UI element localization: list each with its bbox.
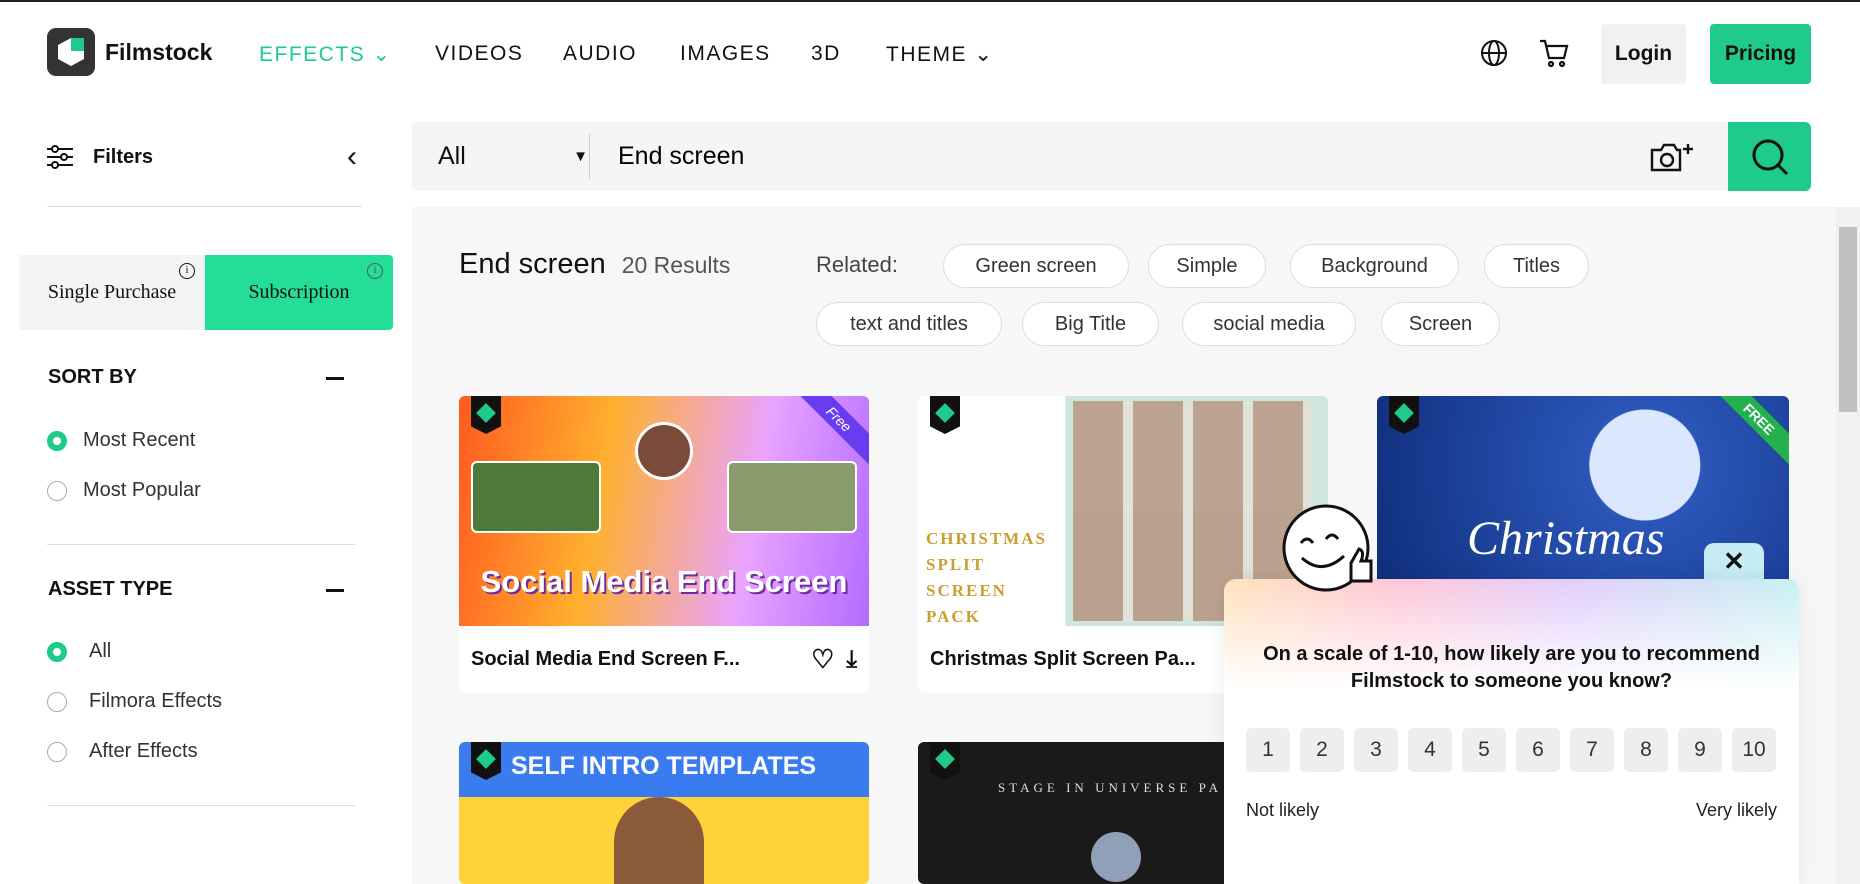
collapse-sort-icon[interactable]	[326, 377, 344, 380]
radio[interactable]	[47, 430, 67, 451]
nav-3d[interactable]: 3D	[811, 42, 841, 66]
survey-popup: On a scale of 1-10, how likely are you t…	[1224, 579, 1799, 884]
sort-by-heading: SORT BY	[48, 366, 137, 388]
subscription-tab[interactable]: Subscription i	[205, 255, 393, 330]
nav-audio[interactable]: AUDIO	[563, 42, 637, 66]
divider	[47, 206, 362, 207]
rating-scale: 1 2 3 4 5 6 7 8 9 10	[1246, 728, 1776, 772]
collapse-chevron-icon[interactable]: ‹	[347, 140, 357, 174]
card-title[interactable]: Social Media End Screen F...	[471, 648, 799, 671]
filmstock-logo-icon	[47, 28, 95, 76]
rating-6[interactable]: 6	[1516, 728, 1560, 772]
nav-effects[interactable]: EFFECTS ⌄	[259, 42, 392, 67]
rating-5[interactable]: 5	[1462, 728, 1506, 772]
thumbnail-text: SELF INTRO TEMPLATES	[511, 752, 817, 780]
thumbnail-text: Christmas	[1467, 512, 1665, 565]
sort-most-popular[interactable]: Most Popular	[47, 479, 201, 502]
camera-search-icon[interactable]	[1650, 142, 1694, 174]
asset-card[interactable]: SELF INTRO TEMPLATES	[459, 742, 869, 884]
card-thumbnail[interactable]: Free Social Media End Screen	[459, 396, 869, 626]
premium-badge-icon	[471, 396, 501, 434]
thumbnail-text: STAGE IN UNIVERSE PA	[998, 780, 1223, 795]
filters-header: Filters ‹	[47, 140, 357, 174]
caret-down-icon: ▼	[573, 148, 588, 165]
premium-badge-icon	[930, 742, 960, 780]
related-chip[interactable]: social media	[1182, 302, 1356, 346]
rating-2[interactable]: 2	[1300, 728, 1344, 772]
asset-card[interactable]: Free Social Media End Screen Social Medi…	[459, 396, 869, 693]
rating-8[interactable]: 8	[1624, 728, 1668, 772]
single-purchase-tab[interactable]: Single Purchase i	[19, 255, 205, 330]
high-label: Very likely	[1695, 800, 1777, 820]
free-ribbon: Free	[788, 396, 869, 470]
related-chip[interactable]: Background	[1290, 244, 1459, 288]
radio[interactable]	[47, 691, 67, 712]
card-thumbnail[interactable]: SELF INTRO TEMPLATES	[459, 742, 869, 884]
globe-icon[interactable]	[1480, 39, 1508, 67]
rating-4[interactable]: 4	[1408, 728, 1452, 772]
window-top-border	[0, 0, 1860, 2]
filters-label: Filters	[93, 145, 154, 168]
close-icon[interactable]: ✕	[1723, 546, 1745, 576]
thumbnail-text: CHRISTMAS SPLIT SCREEN PACK	[926, 529, 1047, 626]
results-title: End screen 20 Results	[459, 248, 731, 280]
radio[interactable]	[47, 741, 67, 762]
thumbnail-text: Social Media End Screen	[480, 564, 848, 599]
radio[interactable]	[47, 480, 67, 501]
search-icon	[1752, 139, 1789, 176]
asset-after-effects[interactable]: After Effects	[47, 740, 198, 763]
brand-name: Filmstock	[105, 38, 213, 65]
premium-badge-icon	[1389, 396, 1419, 434]
cart-icon[interactable]	[1538, 38, 1570, 68]
sort-most-recent[interactable]: Most Recent	[47, 429, 195, 452]
asset-filmora-effects[interactable]: Filmora Effects	[47, 690, 222, 713]
info-icon[interactable]: i	[179, 263, 195, 279]
pricing-button[interactable]: Pricing	[1710, 24, 1811, 84]
nav-images[interactable]: IMAGES	[680, 42, 771, 66]
rating-3[interactable]: 3	[1354, 728, 1398, 772]
divider	[47, 544, 355, 545]
search-button[interactable]	[1728, 122, 1811, 191]
divider	[47, 805, 355, 806]
free-ribbon: FREE	[1708, 396, 1789, 470]
asset-all[interactable]: All	[47, 640, 111, 663]
rating-1[interactable]: 1	[1246, 728, 1290, 772]
sliders-icon	[47, 145, 73, 169]
category-select[interactable]: All ▼	[438, 122, 588, 191]
related-chip[interactable]: Big Title	[1022, 302, 1159, 346]
nav-theme[interactable]: THEME ⌄	[886, 42, 993, 67]
smiley-mascot-icon	[1282, 504, 1373, 592]
info-icon[interactable]: i	[367, 263, 383, 279]
rating-9[interactable]: 9	[1678, 728, 1722, 772]
rating-10[interactable]: 10	[1732, 728, 1776, 772]
survey-question: On a scale of 1-10, how likely are you t…	[1263, 643, 1760, 692]
asset-type-heading: ASSET TYPE	[48, 578, 173, 600]
premium-badge-icon	[471, 742, 501, 780]
related-label: Related:	[816, 252, 898, 277]
collapse-asset-icon[interactable]	[326, 589, 344, 592]
chevron-down-icon: ⌄	[974, 43, 994, 66]
related-chip[interactable]: Screen	[1381, 302, 1500, 346]
related-chip[interactable]: Simple	[1148, 244, 1266, 288]
premium-badge-icon	[930, 396, 960, 434]
results-count: 20 Results	[621, 252, 731, 278]
radio[interactable]	[47, 641, 67, 662]
heart-icon[interactable]: ♡	[811, 644, 834, 675]
related-chip[interactable]: Green screen	[943, 244, 1129, 288]
rating-7[interactable]: 7	[1570, 728, 1614, 772]
nav-videos[interactable]: VIDEOS	[435, 42, 523, 66]
logo[interactable]: Filmstock	[47, 28, 212, 76]
related-chip[interactable]: text and titles	[816, 302, 1002, 346]
search-input[interactable]	[618, 134, 1618, 179]
low-label: Not likely	[1246, 800, 1320, 820]
scrollbar[interactable]	[1836, 207, 1860, 884]
login-button[interactable]: Login	[1601, 24, 1686, 84]
download-icon[interactable]: ⤓	[846, 646, 857, 674]
related-chip[interactable]: Titles	[1484, 244, 1589, 288]
chevron-down-icon: ⌄	[372, 43, 392, 66]
search-bar: All ▼	[412, 122, 1811, 191]
